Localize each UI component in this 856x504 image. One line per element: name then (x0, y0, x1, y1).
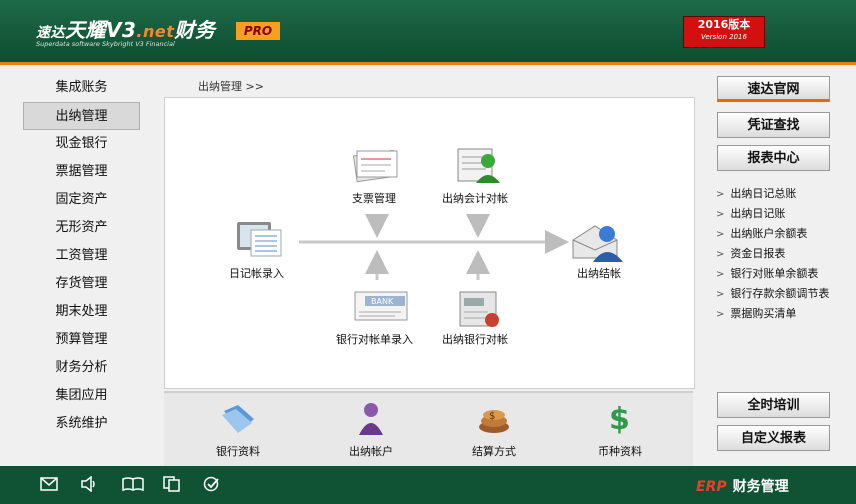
nav-item-payroll[interactable]: 工资管理 (23, 242, 140, 270)
dollar-icon: $ (609, 402, 630, 437)
voucher-search-button[interactable]: 凭证查找 (717, 112, 830, 138)
report-center-button[interactable]: 报表中心 (717, 145, 830, 171)
book-icon[interactable] (122, 476, 144, 492)
nav-item-cash-bank[interactable]: 现金银行 (23, 130, 140, 158)
currency-item[interactable]: $ 币种资料 (575, 401, 665, 459)
nav-item-inventory[interactable]: 存货管理 (23, 270, 140, 298)
person-icon (359, 403, 383, 435)
report-links: > 出纳日记总账 > 出纳日记账 > 出纳账户余额表 > 资金日报表 > 银行对账单余额表… (716, 184, 854, 324)
report-link-label: 票据购买清单 (730, 307, 797, 320)
version-sublabel: Version 2016 (701, 33, 747, 41)
app-header: 速达天耀V3.net财务 Superdata software Skybrigh… (0, 0, 856, 65)
chevron-right-icon: > (716, 249, 725, 260)
report-link-label: 银行对账单余额表 (730, 267, 819, 280)
logo-prefix: 速达 (36, 25, 65, 41)
logo-subtitle: Superdata software Skybright V3 Financia… (36, 40, 175, 48)
settlement-label: 结算方式 (472, 445, 516, 458)
report-link[interactable]: > 票据购买清单 (716, 304, 854, 324)
left-nav: 集成账务 出纳管理 现金银行 票据管理 固定资产 无形资产 工资管理 存货管理 … (23, 74, 140, 438)
version-label: 2016版本 (697, 18, 751, 31)
chevron-right-icon: > (716, 229, 725, 240)
version-badge: 2016版本 Version 2016 (683, 16, 765, 48)
brand-label: 财务管理 (732, 479, 789, 495)
report-link[interactable]: > 银行对账单余额表 (716, 264, 854, 284)
chevron-right-icon: > (716, 309, 725, 320)
nav-item-fixed-assets[interactable]: 固定资产 (23, 186, 140, 214)
cheque-icon[interactable] (351, 145, 403, 189)
nav-item-budget[interactable]: 预算管理 (23, 326, 140, 354)
footer-brand: ERP 财务管理 (696, 476, 789, 496)
pro-badge: PRO (236, 22, 280, 40)
bank-info-item[interactable]: 银行资料 (193, 401, 283, 459)
nav-item-bills[interactable]: 票据管理 (23, 158, 140, 186)
custom-report-button[interactable]: 自定义报表 (717, 425, 830, 451)
training-button[interactable]: 全时培训 (717, 392, 830, 418)
nav-item-cashier[interactable]: 出纳管理 (23, 102, 140, 130)
svg-text:$: $ (609, 402, 630, 435)
official-site-button[interactable]: 速达官网 (717, 76, 830, 102)
cashier-close-icon[interactable] (571, 218, 625, 266)
folder-icon (222, 405, 254, 433)
logo-net: .net (136, 22, 175, 41)
report-link[interactable]: > 银行存款余额调节表 (716, 284, 854, 304)
flow-panel: 日记帐录入 支票管理 出纳会计对帐 出纳结帐 BANK 银行对帐单录入 出纳银行… (164, 97, 695, 389)
currency-label: 币种资料 (598, 445, 642, 458)
quick-panel: 银行资料 出纳帐户 $ 结算方式 $ 币种资料 (164, 391, 693, 469)
nav-item-group[interactable]: 集团应用 (23, 382, 140, 410)
report-link-label: 出纳日记账 (730, 207, 786, 220)
report-link[interactable]: > 资金日报表 (716, 244, 854, 264)
logo-name: 天耀V3 (65, 18, 137, 42)
settlement-item[interactable]: $ 结算方式 (449, 401, 539, 459)
coins-icon: $ (479, 410, 509, 433)
nav-item-system[interactable]: 系统维护 (23, 410, 140, 438)
report-link-label: 资金日报表 (730, 247, 786, 260)
mail-icon[interactable] (40, 476, 58, 492)
speaker-icon[interactable] (80, 476, 98, 492)
breadcrumb: 出纳管理 >> (198, 80, 264, 93)
report-link[interactable]: > 出纳日记总账 (716, 184, 854, 204)
journal-entry-icon[interactable] (235, 220, 285, 264)
bank-statement-icon[interactable]: BANK (351, 288, 411, 332)
cashier-account-label: 出纳帐户 (349, 445, 393, 458)
report-link-label: 出纳日记总账 (730, 187, 797, 200)
nav-item-period-end[interactable]: 期末处理 (23, 298, 140, 326)
report-link-label: 出纳账户余额表 (730, 227, 808, 240)
report-link[interactable]: > 出纳日记账 (716, 204, 854, 224)
journal-entry-label[interactable]: 日记帐录入 (229, 265, 284, 281)
bank-reconcile-icon[interactable] (456, 288, 504, 334)
bank-statement-entry-label[interactable]: 银行对帐单录入 (336, 331, 413, 347)
report-link[interactable]: > 出纳账户余额表 (716, 224, 854, 244)
bank-info-label: 银行资料 (216, 445, 260, 458)
nav-item-financial-analysis[interactable]: 财务分析 (23, 354, 140, 382)
chevron-right-icon: > (716, 289, 725, 300)
cheque-mgmt-label[interactable]: 支票管理 (352, 190, 396, 206)
copy-icon[interactable] (163, 476, 181, 492)
app-footer: ERP 财务管理 (0, 466, 856, 504)
nav-item-ledger[interactable]: 集成账务 (23, 74, 140, 102)
cashier-close-label[interactable]: 出纳结帐 (577, 265, 621, 281)
user-reconcile-icon[interactable] (456, 145, 504, 189)
cashier-bank-reconcile-label[interactable]: 出纳银行对帐 (442, 331, 508, 347)
chevron-right-icon: > (716, 189, 725, 200)
logo-suffix: 财务 (174, 18, 216, 42)
svg-text:$: $ (489, 411, 495, 422)
report-link-label: 银行存款余额调节表 (730, 287, 830, 300)
erp-label: ERP (696, 479, 727, 495)
chevron-right-icon: > (716, 269, 725, 280)
chevron-right-icon: > (716, 209, 725, 220)
cashier-acct-reconcile-label[interactable]: 出纳会计对帐 (442, 190, 508, 206)
check-circle-icon[interactable] (203, 476, 221, 492)
bank-badge-text: BANK (371, 297, 394, 306)
cashier-account-item[interactable]: 出纳帐户 (326, 401, 416, 459)
nav-item-intangible-assets[interactable]: 无形资产 (23, 214, 140, 242)
app-logo: 速达天耀V3.net财务 (36, 14, 215, 43)
